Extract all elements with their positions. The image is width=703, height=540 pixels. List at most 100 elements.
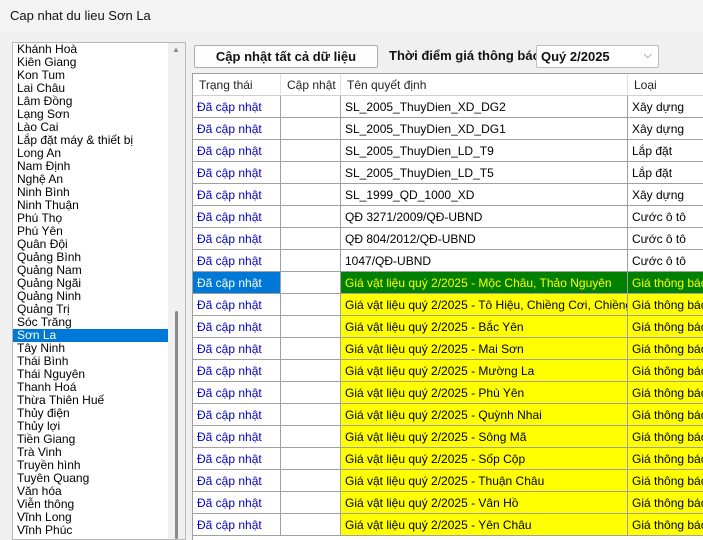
- scroll-up-icon[interactable]: ▲: [172, 45, 180, 54]
- table-row[interactable]: Đã cập nhật Giá vật liệu quý 2/2025 - Bắc…: [193, 316, 703, 338]
- cell-type: Giá thông báo: [628, 514, 703, 536]
- cell-update[interactable]: [281, 294, 341, 316]
- cell-type: Xây dựng: [628, 96, 703, 118]
- cell-status: Đã cập nhật: [193, 206, 281, 228]
- period-select[interactable]: Quý 2/2025 ⌵: [536, 45, 659, 68]
- table-row[interactable]: Đã cập nhật SL_2005_ThuyDien_XD_DG2 Xây dự…: [193, 96, 703, 118]
- table-row[interactable]: Đã cập nhật SL_1999_QD_1000_XD Xây dựng: [193, 184, 703, 206]
- cell-status: Đã cập nhật: [193, 162, 281, 184]
- title-bar: Cap nhat du lieu Sơn La: [0, 0, 703, 32]
- cell-status: Đã cập nhật: [193, 404, 281, 426]
- cell-status: Đã cập nhật: [193, 470, 281, 492]
- cell-status: Đã cập nhật: [193, 448, 281, 470]
- cell-update[interactable]: [281, 426, 341, 448]
- cell-type: Giá thông báo: [628, 470, 703, 492]
- table-row[interactable]: Đã cập nhật SL_2005_ThuyDien_LD_T5 Lắp đặt: [193, 162, 703, 184]
- table-row[interactable]: Đã cập nhật SL_2005_ThuyDien_XD_DG1 Xây dự…: [193, 118, 703, 140]
- column-header-type[interactable]: Loại: [628, 74, 703, 96]
- decisions-table[interactable]: Trạng thái Cập nhật Tên quyết định Loại …: [192, 73, 703, 540]
- cell-type: Lắp đặt: [628, 140, 703, 162]
- column-header-update[interactable]: Cập nhật: [281, 74, 341, 96]
- province-list[interactable]: Khánh Hoà Kiên Giang Kon Tum Lai Châu Lâm Đồ…: [12, 42, 186, 540]
- table-row[interactable]: Đã cập nhật Giá vật liệu quý 2/2025 - Yên…: [193, 514, 703, 536]
- table-row[interactable]: Đã cập nhật QĐ 3271/2009/QĐ-UBND Cước ô tô: [193, 206, 703, 228]
- cell-decision-name: Giá vật liệu quý 2/2025 - Tô Hiệu, Chiền…: [341, 294, 628, 316]
- cell-update[interactable]: [281, 360, 341, 382]
- cell-status: Đã cập nhật: [193, 96, 281, 118]
- chevron-down-icon: ⌵: [643, 49, 652, 61]
- table-row[interactable]: Đã cập nhật Giá vật liệu quý 2/2025 - Sôn…: [193, 426, 703, 448]
- column-header-status[interactable]: Trạng thái: [193, 74, 281, 96]
- cell-decision-name: Giá vật liệu quý 2/2025 - Bắc Yên: [341, 316, 628, 338]
- cell-type: Giá thông báo: [628, 338, 703, 360]
- cell-update[interactable]: [281, 228, 341, 250]
- period-select-value: Quý 2/2025: [541, 49, 610, 64]
- cell-decision-name: Giá vật liệu quý 2/2025 - Phù Yên: [341, 382, 628, 404]
- cell-update[interactable]: [281, 514, 341, 536]
- table-row[interactable]: Đã cập nhật Giá vật liệu quý 2/2025 - Tô …: [193, 294, 703, 316]
- cell-type: Xây dựng: [628, 184, 703, 206]
- cell-status: Đã cập nhật: [193, 228, 281, 250]
- cell-update[interactable]: [281, 316, 341, 338]
- province-list-items: Khánh Hoà Kiên Giang Kon Tum Lai Châu Lâm Đồ…: [13, 43, 169, 537]
- table-row[interactable]: Đã cập nhật Giá vật liệu quý 2/2025 - Mườ…: [193, 360, 703, 382]
- cell-update[interactable]: [281, 206, 341, 228]
- cell-decision-name: Giá vật liệu quý 2/2025 - Yên Châu: [341, 514, 628, 536]
- cell-update[interactable]: [281, 162, 341, 184]
- cell-status: Đã cập nhật: [193, 382, 281, 404]
- cell-update[interactable]: [281, 470, 341, 492]
- table-row[interactable]: Đã cập nhật Giá vật liệu quý 2/2025 - Sốp…: [193, 448, 703, 470]
- update-all-button[interactable]: Cập nhật tất cả dữ liệu: [194, 45, 378, 68]
- cell-type: Giá thông báo: [628, 492, 703, 514]
- cell-update[interactable]: [281, 338, 341, 360]
- province-list-item[interactable]: Vĩnh Phúc: [13, 524, 169, 537]
- cell-update[interactable]: [281, 250, 341, 272]
- cell-decision-name: Giá vật liệu quý 2/2025 - Mường La: [341, 360, 628, 382]
- cell-decision-name: Giá vật liệu quý 2/2025 - Sông Mã: [341, 426, 628, 448]
- cell-update[interactable]: [281, 448, 341, 470]
- cell-status: Đã cập nhật: [193, 272, 281, 294]
- cell-status: Đã cập nhật: [193, 426, 281, 448]
- column-header-name[interactable]: Tên quyết định: [341, 74, 628, 96]
- cell-decision-name: QĐ 3271/2009/QĐ-UBND: [341, 206, 628, 228]
- cell-update[interactable]: [281, 272, 341, 294]
- cell-type: Giá thông báo: [628, 272, 703, 294]
- cell-decision-name: Giá vật liệu quý 2/2025 - Sốp Cộp: [341, 448, 628, 470]
- cell-update[interactable]: [281, 404, 341, 426]
- cell-decision-name: Giá vật liệu quý 2/2025 - Vân Hồ: [341, 492, 628, 514]
- cell-status: Đã cập nhật: [193, 492, 281, 514]
- cell-update[interactable]: [281, 184, 341, 206]
- cell-update[interactable]: [281, 492, 341, 514]
- cell-update[interactable]: [281, 140, 341, 162]
- table-row[interactable]: Đã cập nhật SL_2005_ThuyDien_LD_T9 Lắp đặt: [193, 140, 703, 162]
- cell-status: Đã cập nhật: [193, 184, 281, 206]
- table-body: Đã cập nhật SL_2005_ThuyDien_XD_DG2 Xây dự…: [193, 96, 703, 536]
- table-row[interactable]: Đã cập nhật Giá vật liệu quý 2/2025 - Thu…: [193, 470, 703, 492]
- province-list-scrollbar[interactable]: ▲: [168, 43, 185, 539]
- cell-update[interactable]: [281, 96, 341, 118]
- table-row[interactable]: Đã cập nhật Giá vật liệu quý 2/2025 - Quỳ…: [193, 404, 703, 426]
- cell-decision-name: Giá vật liệu quý 2/2025 - Thuận Châu: [341, 470, 628, 492]
- table-row[interactable]: Đã cập nhật Giá vật liệu quý 2/2025 - Mai…: [193, 338, 703, 360]
- cell-type: Giá thông báo: [628, 316, 703, 338]
- cell-update[interactable]: [281, 118, 341, 140]
- cell-type: Giá thông báo: [628, 294, 703, 316]
- cell-type: Cước ô tô: [628, 228, 703, 250]
- table-row[interactable]: Đã cập nhật QĐ 804/2012/QĐ-UBND Cước ô tô: [193, 228, 703, 250]
- table-row[interactable]: Đã cập nhật Giá vật liệu quý 2/2025 - Vân…: [193, 492, 703, 514]
- cell-type: Giá thông báo: [628, 404, 703, 426]
- cell-decision-name: Giá vật liệu quý 2/2025 - Mộc Châu, Thảo…: [341, 272, 628, 294]
- cell-status: Đã cập nhật: [193, 118, 281, 140]
- table-row[interactable]: Đã cập nhật 1047/QĐ-UBND Cước ô tô: [193, 250, 703, 272]
- cell-decision-name: 1047/QĐ-UBND: [341, 250, 628, 272]
- cell-type: Giá thông báo: [628, 426, 703, 448]
- cell-type: Lắp đặt: [628, 162, 703, 184]
- scroll-thumb[interactable]: [175, 311, 178, 539]
- cell-update[interactable]: [281, 382, 341, 404]
- cell-type: Cước ô tô: [628, 250, 703, 272]
- cell-status: Đã cập nhật: [193, 250, 281, 272]
- table-row[interactable]: Đã cập nhật Giá vật liệu quý 2/2025 - Mộc…: [193, 272, 703, 294]
- table-row[interactable]: Đã cập nhật Giá vật liệu quý 2/2025 - Phù…: [193, 382, 703, 404]
- cell-decision-name: SL_1999_QD_1000_XD: [341, 184, 628, 206]
- window-title: Cap nhat du lieu Sơn La: [10, 8, 151, 23]
